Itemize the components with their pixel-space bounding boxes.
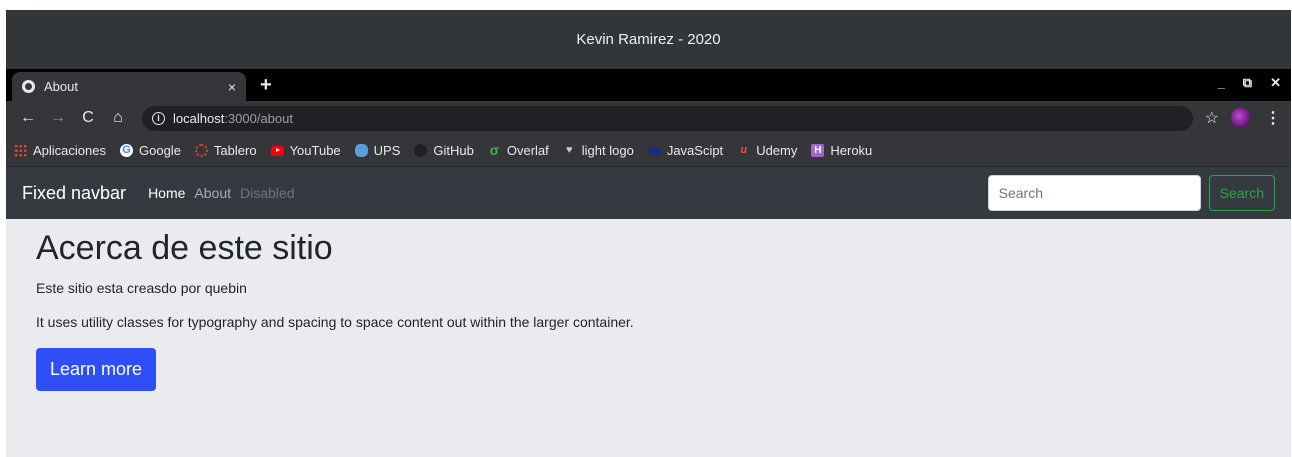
bookmark-github[interactable]: GitHub	[414, 143, 474, 158]
bookmark-label: GitHub	[433, 143, 474, 158]
nav-link-about[interactable]: About	[194, 185, 231, 201]
youtube-icon	[270, 145, 284, 156]
window-title: Kevin Ramirez - 2020	[576, 31, 721, 48]
bookmarks-bar: Aplicaciones G Google Tablero YouTube UPS…	[6, 135, 1291, 167]
info-icon[interactable]: i	[152, 111, 165, 125]
tab-title: About	[44, 79, 78, 94]
window-title-bar: Kevin Ramirez - 2020	[6, 10, 1291, 69]
bookmark-udemy[interactable]: u Udemy	[737, 143, 797, 158]
navbar-brand[interactable]: Fixed navbar	[22, 183, 126, 204]
globe-icon	[22, 80, 35, 93]
apps-icon	[14, 144, 27, 157]
search-button[interactable]: Search	[1208, 175, 1275, 211]
home-button[interactable]: ⌂	[106, 109, 130, 127]
bookmark-tablero[interactable]: Tablero	[194, 143, 257, 158]
overleaf-icon: σ	[489, 142, 500, 158]
bookmark-ups[interactable]: UPS	[354, 143, 401, 158]
bookmark-light-logo[interactable]: ♥ light logo	[563, 143, 634, 158]
nav-link-disabled: Disabled	[240, 185, 295, 201]
bookmark-label: light logo	[581, 143, 634, 158]
page-title: Acerca de este sitio	[36, 229, 333, 267]
bookmark-label: YouTube	[289, 143, 341, 158]
javascript-icon	[647, 146, 661, 155]
tablero-icon	[194, 144, 208, 157]
udemy-icon: u	[740, 144, 748, 156]
bookmark-label: Aplicaciones	[33, 143, 106, 158]
bookmark-label: UPS	[373, 143, 401, 158]
tab-strip: About × + _ ⧉ ✕	[6, 69, 1291, 101]
restore-icon[interactable]: ⧉	[1243, 75, 1252, 91]
browser-toolbar: ← → C ⌂ i localhost:3000/about ☆ ⋮	[6, 101, 1291, 135]
bookmark-label: Overlaf	[506, 143, 549, 158]
bookmark-label: Google	[139, 143, 181, 158]
profile-avatar[interactable]	[1231, 108, 1251, 128]
bookmark-aplicaciones[interactable]: Aplicaciones	[14, 143, 106, 158]
bookmark-label: Tablero	[213, 143, 257, 158]
window-controls: _ ⧉ ✕	[1218, 75, 1281, 91]
bookmark-star-icon[interactable]: ☆	[1205, 108, 1219, 128]
url-path: :3000/about	[224, 110, 293, 126]
google-icon: G	[120, 144, 133, 157]
lead-text: Este sitio esta creasdo por quebin	[36, 280, 247, 296]
bookmark-javascript[interactable]: JavaScipt	[647, 143, 724, 158]
bookmark-overleaf[interactable]: σ Overlaf	[488, 143, 549, 158]
bookmark-heroku[interactable]: H Heroku	[811, 143, 872, 158]
github-icon	[414, 144, 428, 157]
bookmark-youtube[interactable]: YouTube	[270, 143, 341, 158]
close-tab-icon[interactable]: ×	[228, 79, 236, 95]
search-input[interactable]	[987, 175, 1201, 211]
url-host: localhost	[173, 110, 225, 126]
ups-icon	[354, 144, 368, 157]
bookmark-google[interactable]: G Google	[120, 143, 181, 158]
heroku-icon: H	[811, 144, 825, 157]
body-text: It uses utility classes for typography a…	[36, 314, 634, 330]
reload-button[interactable]: C	[76, 109, 100, 127]
learn-more-button[interactable]: Learn more	[36, 348, 157, 391]
back-button[interactable]: ←	[16, 109, 40, 127]
tab-about[interactable]: About ×	[12, 72, 246, 101]
bookmark-label: JavaScipt	[666, 143, 724, 158]
bookmark-label: Udemy	[756, 143, 798, 158]
nav-link-home[interactable]: Home	[148, 185, 185, 201]
new-tab-button[interactable]: +	[260, 74, 272, 97]
bookmark-label: Heroku	[830, 143, 873, 158]
site-navbar: Fixed navbar Home About Disabled Search	[6, 167, 1291, 219]
forward-button[interactable]: →	[46, 109, 70, 127]
main-content: Acerca de este sitio Este sitio esta cre…	[6, 219, 1291, 401]
address-bar[interactable]: i localhost:3000/about	[142, 105, 1193, 131]
browser-window: Kevin Ramirez - 2020 About × + _ ⧉ ✕ ← →…	[6, 10, 1291, 457]
close-window-icon[interactable]: ✕	[1270, 75, 1281, 91]
light-logo-icon: ♥	[566, 144, 573, 156]
browser-menu-icon[interactable]: ⋮	[1265, 108, 1281, 128]
minimize-icon[interactable]: _	[1218, 75, 1225, 91]
